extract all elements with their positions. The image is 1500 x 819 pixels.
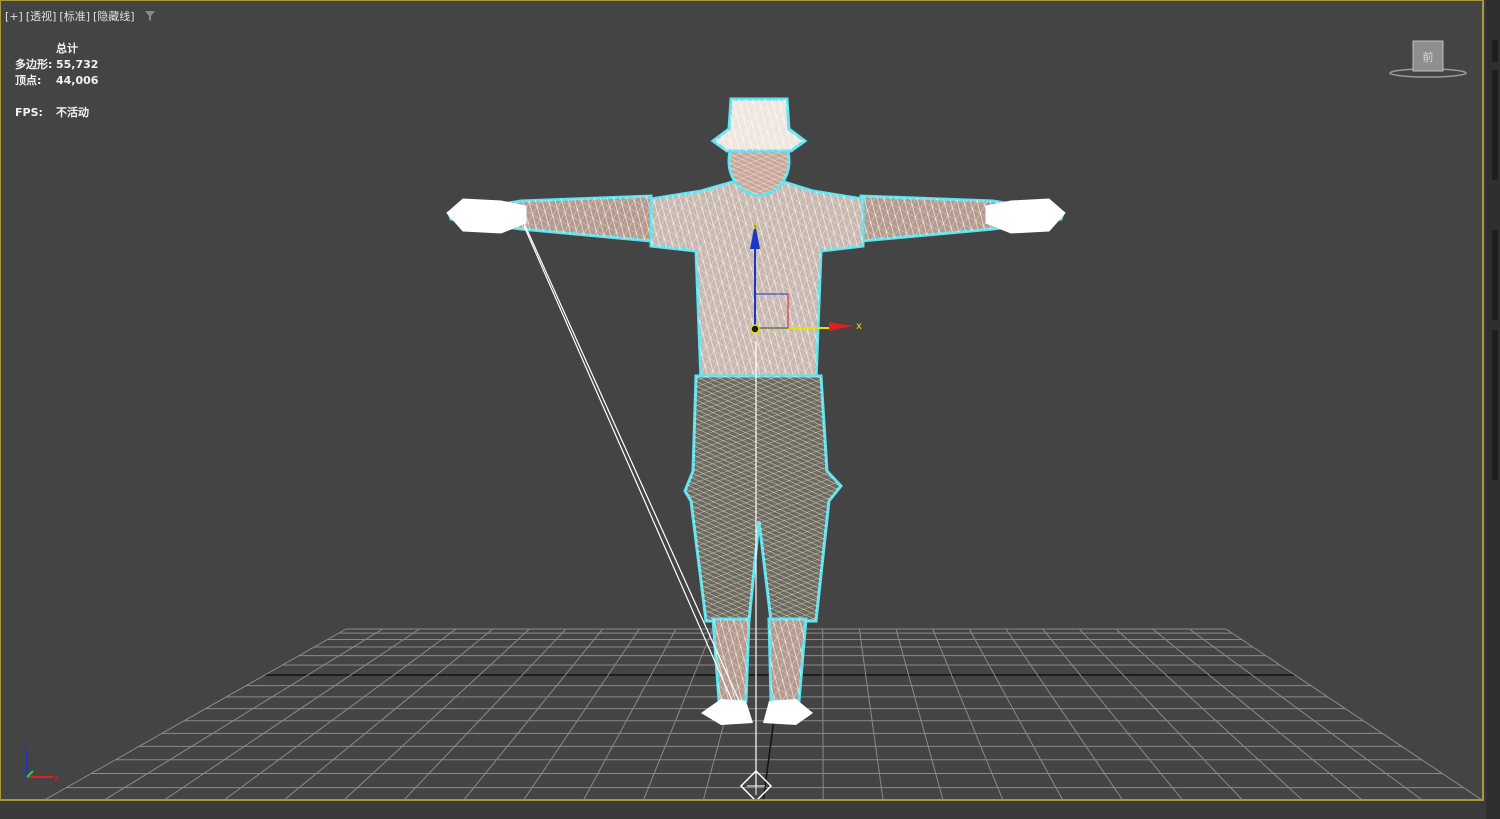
right-edge-strip	[1486, 0, 1500, 819]
grid-line	[105, 628, 383, 799]
grid-line	[1152, 628, 1362, 799]
character-wireframe-mesh	[446, 97, 1066, 799]
grid-line	[1225, 628, 1482, 799]
vertices-count: 44,006	[56, 74, 99, 87]
filter-icon[interactable]	[144, 10, 156, 22]
grid-line	[858, 628, 884, 799]
viewport-label-menu: [+] [透视] [标准] [隐藏线]	[5, 8, 156, 24]
grid-line	[583, 628, 677, 799]
gizmo-z-label: z	[753, 222, 758, 232]
tripod-x-label: x	[54, 774, 60, 784]
grid-line	[164, 628, 420, 799]
axis-tripod-icon: z x	[23, 743, 60, 784]
statistics-overlay: 总计 多边形: 55,732 顶点: 44,006 FPS: 不活动	[15, 41, 98, 121]
polygons-label: 多边形:	[15, 58, 53, 71]
grid-line	[932, 628, 1003, 799]
vertices-label: 顶点:	[15, 74, 42, 87]
fps-label: FPS:	[15, 106, 43, 119]
viewcube-icon[interactable]: 前	[1389, 39, 1467, 81]
perspective-viewport[interactable]: x z [+] [透视] [标准] [隐藏线] 总计 多边形: 55,732 顶点…	[0, 0, 1484, 801]
viewport-shading-mode-menu[interactable]: [隐藏线]	[93, 8, 135, 24]
gizmo-x-label: x	[856, 321, 862, 332]
grid-line	[1042, 628, 1183, 799]
grid-line	[1115, 628, 1302, 799]
polygons-count: 55,732	[56, 58, 99, 71]
viewport-point-of-view-menu[interactable]: [透视]	[26, 8, 57, 24]
grid-line	[344, 628, 530, 799]
grid-line	[284, 628, 493, 799]
grid-line	[1189, 628, 1422, 799]
grid-line	[822, 628, 824, 799]
grid-line	[968, 628, 1063, 799]
grid-line	[45, 628, 347, 799]
bottom-edge-strip	[0, 803, 1486, 819]
viewport-shading-standard-menu[interactable]: [标准]	[59, 8, 90, 24]
home-grid	[45, 628, 1482, 799]
grid-line	[1005, 628, 1123, 799]
fps-value: 不活动	[56, 106, 89, 119]
stats-header: 总计	[56, 42, 78, 55]
scene-canvas[interactable]: x z	[1, 1, 1484, 801]
viewport-general-menu[interactable]: [+]	[5, 10, 23, 23]
grid-line	[895, 628, 944, 799]
tripod-z-label: z	[23, 743, 28, 753]
grid-line	[224, 628, 457, 799]
grid-line	[523, 628, 640, 799]
viewcube-front-label: 前	[1423, 50, 1434, 64]
grid-line	[643, 628, 714, 799]
